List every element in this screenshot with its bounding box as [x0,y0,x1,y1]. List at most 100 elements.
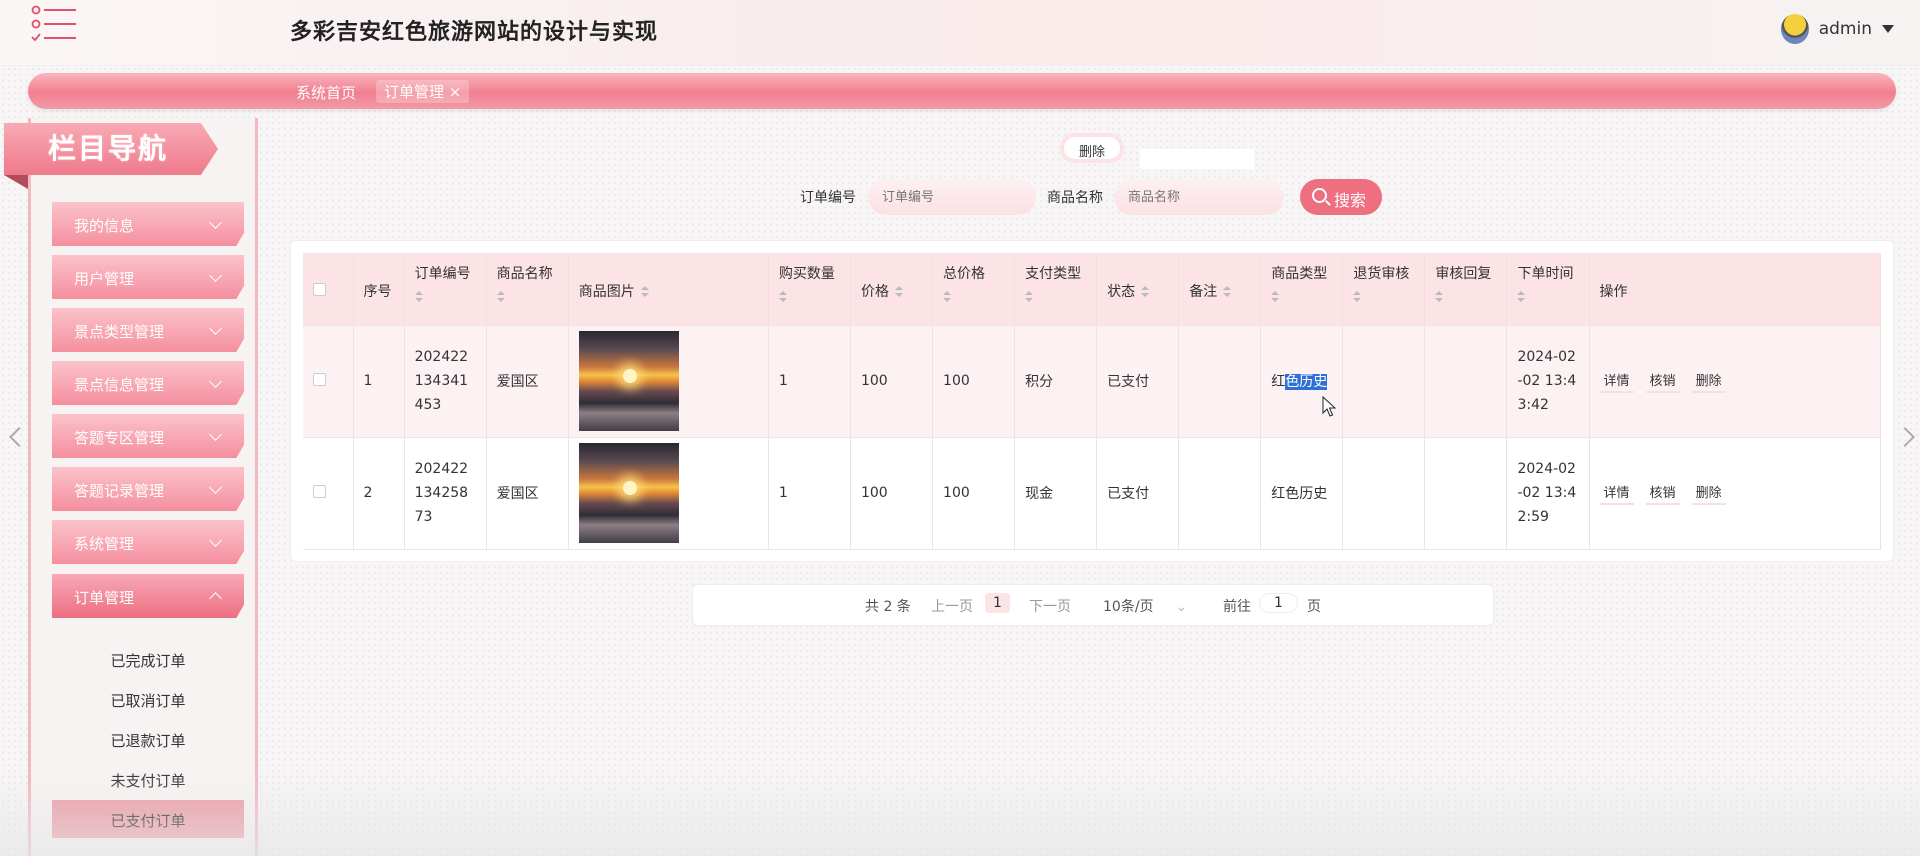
sort-icon[interactable] [1271,291,1280,303]
verify-button[interactable]: 核销 [1645,482,1680,505]
row-checkbox[interactable] [313,372,326,386]
sidebar-item-label: 答题记录管理 [74,482,165,500]
header-order-no[interactable]: 订单编号 [404,253,487,326]
cell-refund-review [1342,437,1426,550]
blank-box [1140,149,1254,169]
select-all-checkbox[interactable] [313,283,326,296]
orders-table: 序号 订单编号 商品名称 商品图片 购买数量 价格 总价格 支付类型 状态 备注… [303,253,1882,550]
sort-icon[interactable] [496,291,505,303]
row-select-cell [303,325,354,438]
header-product-image[interactable]: 商品图片 [568,253,769,326]
cell-quantity: 1 [768,437,851,550]
sort-icon[interactable] [414,291,423,303]
order-no-input[interactable] [868,179,1036,215]
header-label: 商品类型 [1271,266,1328,282]
header-index: 序号 [353,253,405,326]
delete-button[interactable]: 删除 [1060,133,1124,163]
product-image[interactable] [578,443,679,543]
tab-order-management[interactable]: 订单管理 × [376,80,470,103]
chevron-right-icon[interactable] [1895,427,1915,447]
table-row: 2 202422134258 73 爱国区 1 100 100 现金 已支付 红… [303,437,1882,550]
cell-remark [1178,437,1262,550]
sort-icon[interactable] [1223,286,1232,298]
header-review-reply[interactable]: 审核回复 [1424,253,1508,326]
sort-icon[interactable] [943,291,952,303]
cell-price: 100 [850,325,934,438]
product-name-input[interactable] [1114,179,1284,215]
sidebar-item-quiz-records[interactable]: 答题记录管理 [52,467,244,511]
cell-pay-type: 现金 [1014,437,1098,550]
product-image[interactable] [578,331,679,431]
menu-list-icon[interactable] [30,4,76,44]
row-checkbox[interactable] [313,484,326,498]
header-label: 审核回复 [1435,266,1492,282]
cell-index: 2 [353,437,405,550]
sidebar-item-orders[interactable]: 订单管理 [52,574,244,618]
table-header-row: 序号 订单编号 商品名称 商品图片 购买数量 价格 总价格 支付类型 状态 备注… [303,253,1882,326]
chevron-down-icon [209,375,222,388]
sidebar-item-user-management[interactable]: 用户管理 [52,255,244,299]
header-pay-type[interactable]: 支付类型 [1014,253,1098,326]
user-menu[interactable]: admin [1780,14,1894,44]
pagination-total: 共 2 条 [865,599,911,615]
selected-text: 色历史 [1285,374,1328,390]
sidebar-sub-unpaid[interactable]: 未支付订单 [52,760,244,798]
header-order-time[interactable]: 下单时间 [1506,253,1590,326]
sidebar-item-label: 用户管理 [74,270,135,288]
sidebar-sub-refunded[interactable]: 已退款订单 [52,720,244,758]
header-price[interactable]: 价格 [850,253,934,326]
sidebar-item-system[interactable]: 系统管理 [52,520,244,564]
header-product-name[interactable]: 商品名称 [486,253,569,326]
sort-icon[interactable] [1517,291,1526,303]
sidebar-sub-cancelled[interactable]: 已取消订单 [52,680,244,718]
sort-icon[interactable] [1353,291,1362,303]
caret-down-icon [1882,25,1894,33]
next-page-button[interactable]: 下一页 [1029,596,1071,616]
cell-status: 已支付 [1096,325,1180,438]
table-row: 1 202422134341453 爱国区 1 100 100 积分 已支付 红… [303,325,1882,438]
sidebar-item-my-info[interactable]: 我的信息 [52,202,244,246]
row-delete-button[interactable]: 删除 [1691,370,1726,393]
chevron-down-icon [209,322,222,335]
cell-refund-review [1342,325,1426,438]
header-label: 下单时间 [1517,266,1574,282]
tab-home[interactable]: 系统首页 [296,82,356,103]
header-label: 订单编号 [414,266,471,282]
sort-icon[interactable] [1141,286,1150,298]
header-label: 状态 [1107,284,1136,300]
header-product-type[interactable]: 商品类型 [1260,253,1344,326]
prev-page-button[interactable]: 上一页 [931,596,973,616]
bottom-fade [0,770,1920,856]
sidebar-item-scenic-info[interactable]: 景点信息管理 [52,361,244,405]
header-label: 总价格 [943,266,986,282]
page-number-current[interactable]: 1 [985,593,1010,613]
sort-icon[interactable] [894,286,903,298]
sidebar-sub-completed[interactable]: 已完成订单 [52,640,244,678]
cell-order-time: 2024-02-02 13:43:42 [1506,325,1590,438]
sort-icon[interactable] [1025,291,1034,303]
sort-icon[interactable] [1435,291,1444,303]
verify-button[interactable]: 核销 [1645,370,1680,393]
header-total[interactable]: 总价格 [932,253,1016,326]
sidebar-sub-paid[interactable]: 已支付订单 [52,800,244,838]
sort-icon[interactable] [778,291,787,303]
cell-pay-type: 积分 [1014,325,1098,438]
detail-button[interactable]: 详情 [1599,482,1634,505]
goto-page-input[interactable]: 1 [1259,593,1298,613]
row-delete-button[interactable]: 删除 [1691,482,1726,505]
sort-icon[interactable] [640,286,649,298]
chevron-down-icon [209,534,222,547]
sidebar-item-scenic-type[interactable]: 景点类型管理 [52,308,244,352]
detail-button[interactable]: 详情 [1599,370,1634,393]
orders-table-container: 序号 订单编号 商品名称 商品图片 购买数量 价格 总价格 支付类型 状态 备注… [290,240,1894,562]
cell-remark [1178,325,1262,438]
header-status[interactable]: 状态 [1096,253,1180,326]
header-quantity[interactable]: 购买数量 [768,253,851,326]
sidebar-item-quiz-area[interactable]: 答题专区管理 [52,414,244,458]
header-actions: 操作 [1589,253,1882,326]
header-refund-review[interactable]: 退货审核 [1342,253,1426,326]
page-size-select[interactable]: 10条/页 [1103,596,1187,616]
header-remark[interactable]: 备注 [1178,253,1262,326]
cell-index: 1 [353,325,405,438]
search-button[interactable]: 搜索 [1300,179,1382,215]
